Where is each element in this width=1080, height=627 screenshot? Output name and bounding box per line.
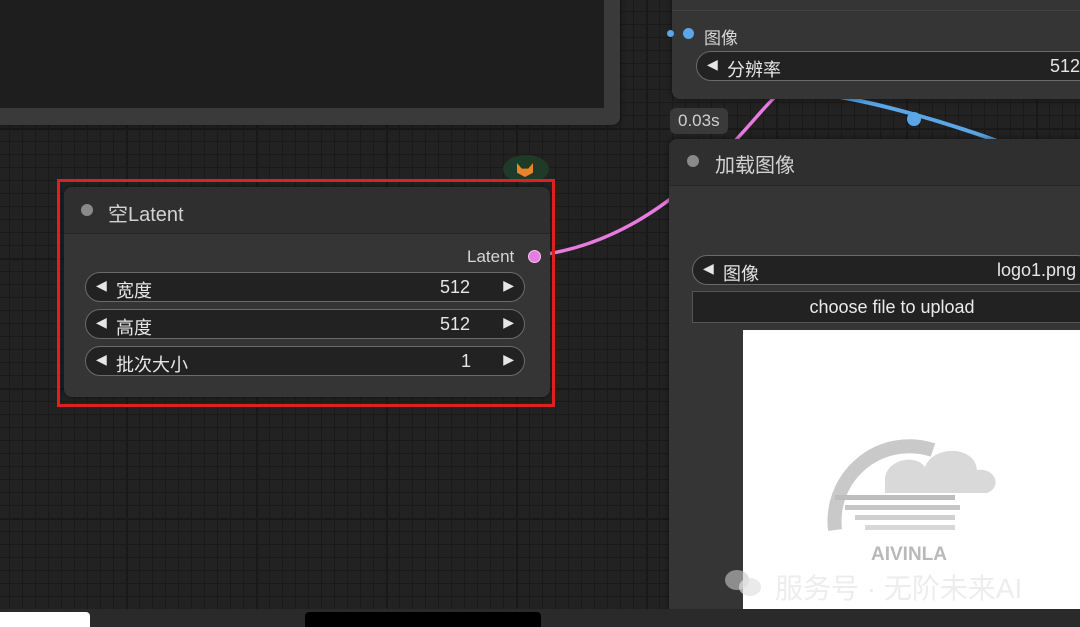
load-image-title: 加载图像 [715,155,795,177]
latent-output-label: Latent [467,247,515,266]
width-widget[interactable]: ◀ 宽度 512 ▶ [85,272,525,302]
height-value: 512 [440,314,471,334]
image-wire-reroute-dot[interactable] [907,112,921,126]
resolution-label: 分辨率 [727,60,781,80]
decrement-arrow-icon[interactable]: ◀ [707,56,718,73]
load-image-title-bar[interactable]: 加载图像 [669,139,1080,186]
resolution-widget[interactable]: ◀ 分辨率 512 [696,51,1080,81]
wechat-icon [725,566,765,598]
empty-latent-title: 空Latent [108,204,184,226]
height-label: 高度 [116,318,152,338]
bottom-left-tab[interactable] [0,612,90,627]
status-indicator [503,155,549,183]
image-output-dot[interactable] [683,28,694,39]
decrement-arrow-icon[interactable]: ◀ [96,314,107,331]
fox-icon [517,163,533,177]
collapse-dot-icon[interactable] [81,204,93,216]
increment-arrow-icon[interactable]: ▶ [503,314,514,331]
image-file-widget[interactable]: ◀ 图像 logo1.png [692,255,1080,285]
image-file-value: logo1.png [997,260,1077,280]
execution-time-badge: 0.03s [670,108,728,134]
empty-latent-title-bar[interactable]: 空Latent [64,187,550,234]
preview-brand-text: AIVINLA [871,544,947,565]
image-wire [839,95,1001,144]
resolution-value: 512 [1050,56,1080,76]
latent-output-dot[interactable] [528,250,541,263]
image-file-label: 图像 [723,264,759,284]
choose-file-upload-button[interactable]: choose file to upload [692,291,1080,323]
image-output-label: 图像 [704,29,738,48]
top-left-node-preview [0,0,604,108]
batch-size-widget[interactable]: ◀ 批次大小 1 ▶ [85,346,525,376]
height-widget[interactable]: ◀ 高度 512 ▶ [85,309,525,339]
increment-arrow-icon[interactable]: ▶ [503,277,514,294]
top-right-node-header-strip [672,0,1080,11]
batch-size-label: 批次大小 [116,355,188,375]
prev-file-arrow-icon[interactable]: ◀ [703,260,714,277]
empty-latent-node[interactable]: 空Latent Latent ◀ 宽度 512 ▶ ◀ 高度 512 ▶ ◀ 批… [64,187,550,397]
load-image-node[interactable]: 加载图像 ◀ 图像 logo1.png choose file to uploa… [669,139,1080,619]
decrement-arrow-icon[interactable]: ◀ [96,351,107,368]
increment-arrow-icon[interactable]: ▶ [503,351,514,368]
top-left-node[interactable] [0,0,620,125]
decrement-arrow-icon[interactable]: ◀ [96,277,107,294]
batch-size-value: 1 [461,351,472,371]
bottom-center-panel[interactable] [305,612,541,627]
width-value: 512 [440,277,471,297]
width-label: 宽度 [116,281,152,301]
top-right-node[interactable]: 图像 ◀ 分辨率 512 [667,0,1080,99]
collapse-dot-icon[interactable] [687,155,699,167]
image-input-slot[interactable] [667,30,674,37]
watermark-text: 服务号 · 无阶未来AI [775,573,1023,604]
